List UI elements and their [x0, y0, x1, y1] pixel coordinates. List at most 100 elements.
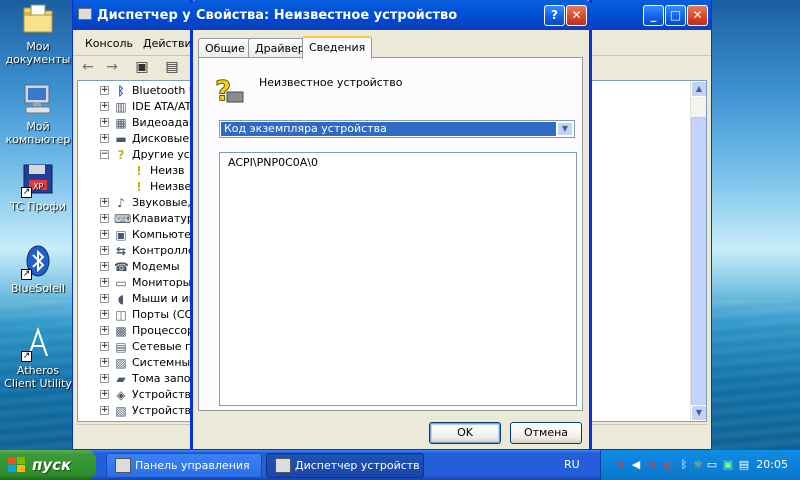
- svg-text:?: ?: [215, 74, 231, 106]
- expand-icon[interactable]: +: [100, 294, 109, 303]
- expand-icon[interactable]: +: [100, 406, 109, 415]
- expand-icon[interactable]: +: [100, 342, 109, 351]
- hid-icon: ◈: [116, 388, 126, 402]
- expand-icon[interactable]: +: [100, 374, 109, 383]
- tree-node-label: Звуковые,: [132, 196, 191, 209]
- taskbar-button-label: Диспетчер устройств: [295, 459, 420, 472]
- cancel-button[interactable]: Отмена: [510, 422, 582, 444]
- dialog-title: Свойства: Неизвестное устройство: [196, 8, 458, 23]
- help-button[interactable]: ?: [544, 5, 565, 26]
- bluetooth-icon: ↗: [21, 244, 55, 280]
- device-manager-icon: [78, 8, 92, 20]
- forward-arrow-icon[interactable]: →: [103, 59, 121, 77]
- unknown-device-icon: ?: [213, 74, 245, 108]
- expand-icon[interactable]: +: [100, 230, 109, 239]
- expand-icon[interactable]: +: [100, 134, 109, 143]
- sound-icon: ♪: [117, 196, 125, 210]
- system-device-icon: ▨: [115, 356, 127, 370]
- language-indicator[interactable]: RU: [564, 458, 580, 471]
- tab-general[interactable]: Общие: [198, 38, 252, 58]
- tree-node-label: Устройства: [132, 388, 198, 401]
- display-adapter-icon: ▦: [115, 116, 127, 130]
- expand-icon[interactable]: +: [100, 198, 109, 207]
- clock[interactable]: 20:05: [756, 458, 788, 471]
- system-tray: ✕ ◀ ✕ ◎ ᛒ ☼ ▭ ▣ ▤ 20:05: [600, 450, 800, 480]
- start-button[interactable]: пуск: [0, 450, 96, 480]
- details-panel: ? Неизвестное устройство Код экземпляра …: [198, 57, 583, 411]
- wireless-icon[interactable]: ◎: [661, 458, 675, 472]
- chevron-down-icon[interactable]: ▼: [557, 122, 573, 136]
- battery-icon[interactable]: ▭: [705, 458, 719, 472]
- network-disconnected-icon[interactable]: ✕: [613, 458, 627, 472]
- back-arrow-icon[interactable]: ←: [79, 59, 97, 77]
- desktop-icon-label: Мой компьютер: [5, 120, 71, 146]
- expand-icon[interactable]: +: [100, 358, 109, 367]
- tree-node-label: Мыши и ин: [132, 292, 196, 305]
- desktop-icon-atheros[interactable]: ↗ Atheros Client Utility: [2, 326, 74, 390]
- vertical-scrollbar[interactable]: ▲ ▼: [690, 81, 706, 421]
- shortcut-arrow-icon: ↗: [21, 187, 32, 198]
- tree-node-label: Контролле: [132, 244, 195, 257]
- shortcut-arrow-icon: ↗: [21, 269, 32, 280]
- desktop-icon-label: TC Профи: [10, 200, 66, 213]
- tree-node-label: Другие уст: [132, 148, 197, 161]
- dialog-close-button[interactable]: ✕: [566, 5, 587, 26]
- scroll-thumb[interactable]: [691, 117, 706, 417]
- maximize-button[interactable]: □: [665, 5, 686, 26]
- ok-button[interactable]: OK: [429, 422, 501, 444]
- taskbar-button-control-panel[interactable]: Панель управления: [106, 453, 262, 478]
- warning-device-icon: !: [136, 180, 142, 194]
- desktop-icon-bluesoleil[interactable]: ↗ BlueSoleil: [2, 244, 74, 295]
- shortcut-arrow-icon: ↗: [21, 351, 32, 362]
- tab-details[interactable]: Сведения: [302, 36, 373, 59]
- tree-node-label: Процессор: [132, 324, 195, 337]
- expand-icon[interactable]: +: [100, 310, 109, 319]
- expand-icon[interactable]: +: [100, 262, 109, 271]
- display-icon[interactable]: ▤: [737, 458, 751, 472]
- monitor-icon: ▭: [115, 276, 127, 290]
- scroll-down-icon[interactable]: ▼: [691, 405, 706, 421]
- expand-icon[interactable]: +: [100, 118, 109, 127]
- storage-volume-icon: ▰: [116, 372, 126, 386]
- port-icon: ◫: [115, 308, 127, 322]
- properties-icon[interactable]: ▤: [163, 59, 181, 77]
- tree-node-label: IDE ATA/AT: [132, 100, 192, 113]
- modem-icon: ☎: [114, 260, 129, 274]
- desktop-icon-tc-profi[interactable]: XP ↗ TC Профи: [2, 162, 74, 213]
- taskbar-button-device-manager[interactable]: Диспетчер устройств: [266, 453, 424, 478]
- close-button[interactable]: ✕: [687, 5, 708, 26]
- security-icon[interactable]: ☼: [691, 458, 705, 472]
- desktop-icon-label: Мои документы: [5, 40, 71, 66]
- volume-icon[interactable]: ◀: [629, 458, 643, 472]
- desktop-icon-label: Atheros Client Utility: [4, 364, 72, 390]
- minimize-button[interactable]: _: [643, 5, 664, 26]
- desktop-icon-my-computer[interactable]: Мой компьютер: [2, 82, 74, 146]
- usb-controller-icon: ⇆: [115, 244, 127, 258]
- tc-floppy-icon: XP ↗: [21, 162, 55, 198]
- network-icon[interactable]: ✕: [645, 458, 659, 472]
- property-value[interactable]: ACPI\PNP0C0A\0: [228, 156, 318, 169]
- safely-remove-icon[interactable]: ▣: [721, 458, 735, 472]
- show-hide-tree-icon[interactable]: ▣: [133, 59, 151, 77]
- expand-icon[interactable]: +: [100, 246, 109, 255]
- unknown-device-icon: ?: [117, 148, 125, 162]
- bluetooth-icon[interactable]: ᛒ: [677, 458, 691, 472]
- expand-icon[interactable]: +: [100, 390, 109, 399]
- property-select[interactable]: Код экземпляра устройства ▼: [219, 120, 575, 138]
- windows-logo-icon: [8, 457, 26, 473]
- expand-icon[interactable]: +: [100, 86, 109, 95]
- menu-console[interactable]: Консоль: [85, 37, 133, 50]
- tree-node-label: Клавиатур: [132, 212, 194, 225]
- collapse-icon[interactable]: −: [100, 150, 109, 159]
- tree-node-label: Модемы: [132, 260, 180, 273]
- property-value-list[interactable]: ACPI\PNP0C0A\0: [219, 152, 577, 406]
- dialog-titlebar[interactable]: Свойства: Неизвестное устройство ? ✕: [190, 0, 592, 30]
- computer-icon: [21, 82, 55, 116]
- desktop-icon-my-documents[interactable]: Мои документы: [2, 2, 74, 66]
- ide-controller-icon: ▥: [115, 100, 127, 114]
- expand-icon[interactable]: +: [100, 278, 109, 287]
- scroll-up-icon[interactable]: ▲: [691, 81, 706, 97]
- expand-icon[interactable]: +: [100, 326, 109, 335]
- expand-icon[interactable]: +: [100, 214, 109, 223]
- expand-icon[interactable]: +: [100, 102, 109, 111]
